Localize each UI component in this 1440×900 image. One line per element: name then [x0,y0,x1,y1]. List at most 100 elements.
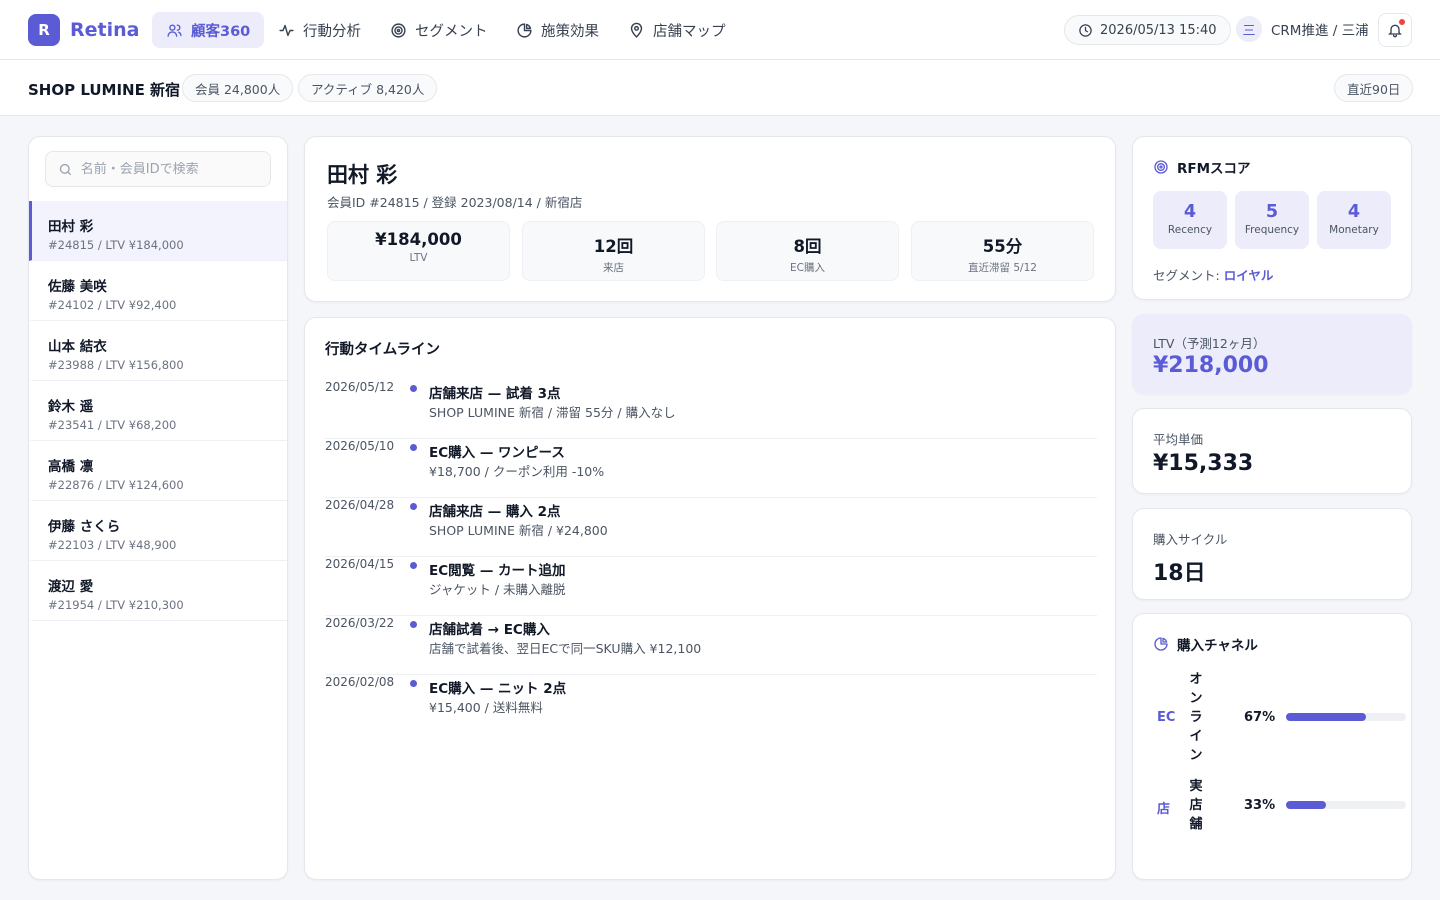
rfm-score-card: RFMスコア 4 Recency 5 Frequency 4 Monetary … [1132,136,1412,300]
avg-price-card: 平均単価 ¥15,333 [1132,408,1412,494]
rfm-label: Frequency [1244,224,1300,236]
activity-icon [279,24,294,36]
pie-chart-icon [517,22,532,38]
stat-label: EC購入 [790,262,825,274]
purchase-cycle-value: 18日 [1153,561,1206,586]
user-name: CRM推進 / 三浦 [1271,23,1369,39]
timeline-event-title: EC閲覧 — カート追加 [429,563,566,579]
stat-ec-purchases: 8回 EC購入 [716,221,899,281]
members-badge: 会員 24,800人 [182,74,294,102]
channel-code: EC [1157,710,1176,725]
customer-id-ltv: #22876 / LTV ¥124,600 [48,478,184,492]
tab-behavior-analysis[interactable]: 行動分析 [264,12,375,48]
channel-bar-track [1286,713,1406,721]
list-item[interactable]: 田村 彩 #24815 / LTV ¥184,000 [29,201,287,261]
search-box[interactable] [45,151,271,187]
timeline-date: 2026/03/22 [325,616,395,630]
target-icon [1154,160,1168,174]
customer-list: 田村 彩 #24815 / LTV ¥184,000 佐藤 美咲 #24102 … [29,201,287,621]
list-item[interactable]: 佐藤 美咲 #24102 / LTV ¥92,400 [29,261,287,321]
tab-label: 顧客360 [191,23,251,40]
customer-name: 山本 結衣 [48,339,107,355]
channel-title-text: 購入チャネル [1177,638,1258,654]
tab-label: 店舗マップ [653,23,726,40]
timeline-item[interactable]: 2026/03/22 店舗試着 → EC購入 店舗で試着後、翌日ECで同一SKU… [325,616,1097,675]
timeline-event-desc: SHOP LUMINE 新宿 / 滞留 55分 / 購入なし [429,405,676,420]
tab-label: セグメント [415,23,488,40]
timeline-date: 2026/05/12 [325,380,395,394]
timeline-item[interactable]: 2026/04/28 店舗来店 — 購入 2点 SHOP LUMINE 新宿 /… [325,498,1097,557]
timeline-item[interactable]: 2026/05/10 EC購入 — ワンピース ¥18,700 / クーポン利用… [325,439,1097,498]
target-icon [391,22,406,38]
search-input[interactable] [80,161,258,177]
rfm-title: RFMスコア [1153,157,1251,177]
tab-label: 行動分析 [303,23,361,40]
behavior-timeline-card: 行動タイムライン 2026/05/12 店舗来店 — 試着 3点 SHOP LU… [304,317,1116,880]
list-item[interactable]: 伊藤 さくら #22103 / LTV ¥48,900 [29,501,287,561]
customer-name: 佐藤 美咲 [48,279,107,295]
customer-name: 田村 彩 [48,219,94,235]
stat-visits: 12回 来店 [522,221,705,281]
purchase-channel-card: 購入チャネル EC オンライン 67% 店 実店舗 33% [1132,613,1412,880]
rfm-label: Recency [1167,224,1213,236]
customer-id-ltv: #24815 / LTV ¥184,000 [48,238,184,252]
avg-price-value: ¥15,333 [1153,451,1254,476]
list-item[interactable]: 鈴木 遥 #23541 / LTV ¥68,200 [29,381,287,441]
tab-store-map[interactable]: 店舗マップ [614,12,740,48]
datetime-display: 2026/05/13 15:40 [1064,15,1231,45]
channel-name: オンライン [1189,672,1203,763]
rfm-recency: 4 Recency [1153,191,1227,249]
timeline-event-desc: SHOP LUMINE 新宿 / ¥24,800 [429,523,608,538]
stat-label: 来店 [603,262,624,274]
timeline-item[interactable]: 2026/05/12 店舗来店 — 試着 3点 SHOP LUMINE 新宿 /… [325,380,1097,439]
customer-id-ltv: #22103 / LTV ¥48,900 [48,538,177,552]
tab-campaign-effect[interactable]: 施策効果 [502,12,613,48]
timeline-dot [410,385,417,392]
customer-id-ltv: #23541 / LTV ¥68,200 [48,418,177,432]
timeline-date: 2026/04/15 [325,557,395,571]
timeline-date: 2026/04/28 [325,498,395,512]
channel-bar-fill [1286,713,1367,721]
list-item[interactable]: 渡辺 愛 #21954 / LTV ¥210,300 [29,561,287,621]
list-item[interactable]: 高橋 凛 #22876 / LTV ¥124,600 [29,441,287,501]
avg-price-label: 平均単価 [1153,432,1204,447]
customer-name: 高橋 凛 [48,459,94,475]
tab-segment[interactable]: セグメント [376,12,502,48]
stat-value: 8回 [793,237,822,256]
channel-percent: 67% [1244,710,1276,725]
stat-dwell-time: 55分 直近滞留 5/12 [911,221,1094,281]
profile-meta: 会員ID #24815 / 登録 2023/08/14 / 新宿店 [327,195,583,210]
timeline-event-title: 店舗来店 — 購入 2点 [429,504,561,520]
timeline-event-title: EC購入 — ニット 2点 [429,681,567,697]
stat-value: ¥184,000 [375,230,462,249]
tab-label: 施策効果 [541,23,599,40]
customer-list-panel: 田村 彩 #24815 / LTV ¥184,000 佐藤 美咲 #24102 … [28,136,288,880]
timeline-dot [410,444,417,451]
segment-value: ロイヤル [1223,268,1274,283]
stat-value: 55分 [982,237,1023,256]
customer-name: 鈴木 遥 [48,399,94,415]
app-name: Retina [70,19,140,41]
period-selector[interactable]: 直近90日 [1334,74,1414,102]
list-item[interactable]: 山本 結衣 #23988 / LTV ¥156,800 [29,321,287,381]
logo-badge: R [28,14,60,46]
tab-customer-360[interactable]: 顧客360 [152,12,265,48]
channel-title: 購入チャネル [1153,634,1258,654]
store-summary-bar: SHOP LUMINE 新宿 会員 24,800人 アクティブ 8,420人 直… [0,60,1440,116]
stat-label: 直近滞留 5/12 [968,262,1037,274]
customer-name: 渡辺 愛 [48,579,94,595]
ltv-forecast-label: LTV（予測12ヶ月） [1153,336,1266,351]
user-menu[interactable]: 三 CRM推進 / 三浦 [1236,16,1369,42]
notification-button[interactable] [1378,13,1412,47]
timeline-item[interactable]: 2026/02/08 EC購入 — ニット 2点 ¥15,400 / 送料無料 [325,675,1097,734]
channel-bar-fill [1286,801,1326,809]
rfm-frequency: 5 Frequency [1235,191,1309,249]
timeline-item[interactable]: 2026/04/15 EC閲覧 — カート追加 ジャケット / 未購入離脱 [325,557,1097,616]
app-logo[interactable]: R Retina [28,14,139,46]
users-icon [167,23,182,37]
segment-row: セグメント: ロイヤル [1153,265,1273,284]
search-icon [59,163,71,175]
customer-id-ltv: #23988 / LTV ¥156,800 [48,358,184,372]
timeline-event-title: 店舗試着 → EC購入 [429,622,550,638]
timeline-event-title: EC購入 — ワンピース [429,445,565,461]
